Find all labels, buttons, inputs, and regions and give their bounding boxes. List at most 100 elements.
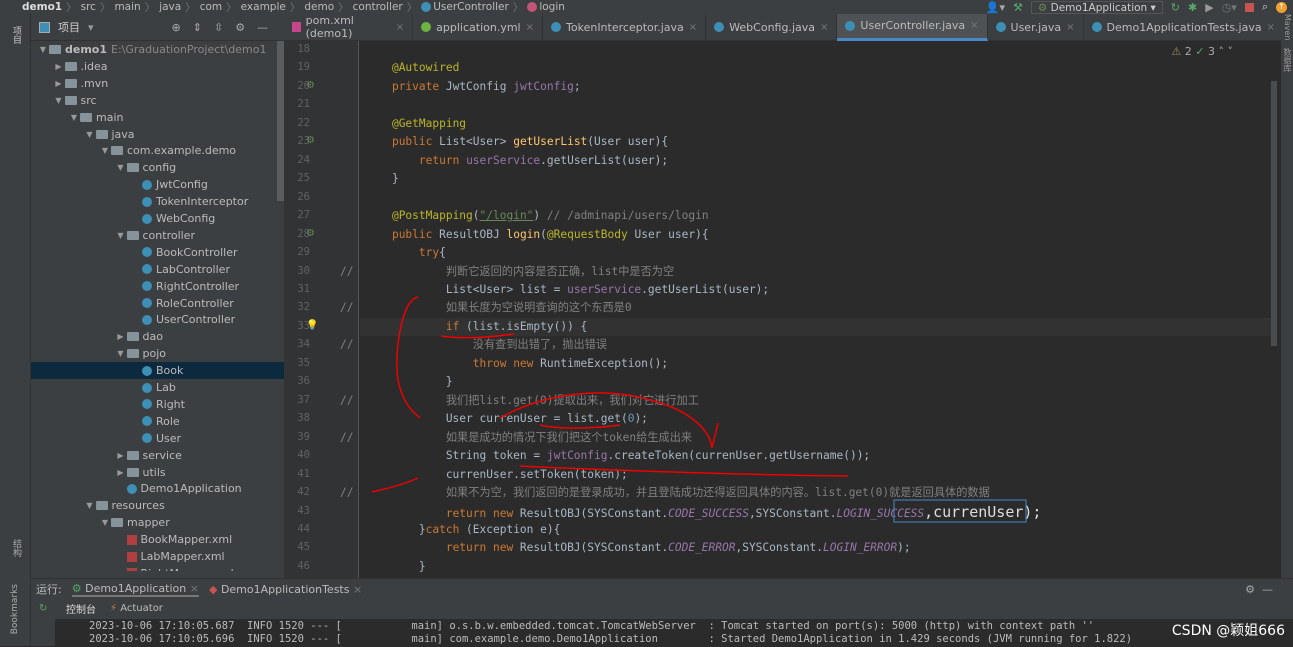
chevron-down-icon[interactable]: ▼: [115, 163, 127, 172]
tree-item[interactable]: RightController: [31, 278, 284, 295]
tree-item[interactable]: BookMapper.xml: [31, 531, 284, 548]
tree-item[interactable]: ▼ controller: [31, 227, 284, 244]
locate-icon[interactable]: ⊕: [172, 21, 181, 34]
tree-item[interactable]: ▶ utils: [31, 464, 284, 481]
run-tab-tests[interactable]: ◆ Demo1ApplicationTests ×: [209, 583, 362, 596]
spring-bean-icon[interactable]: ⚙: [306, 228, 315, 239]
debug-icon[interactable]: ✱: [1188, 1, 1197, 14]
spring-bean-icon[interactable]: ⚙: [306, 80, 315, 91]
tree-item[interactable]: ▼ pojo: [31, 345, 284, 362]
tree-item[interactable]: ▶ service: [31, 447, 284, 464]
inspection-widget[interactable]: ⚠ 2 ✓ 3 ˄ ˅: [1171, 45, 1233, 58]
tab-usercontroller-java[interactable]: UserController.java ×: [837, 13, 988, 41]
run-tab-app[interactable]: ⚙ Demo1Application ×: [71, 582, 199, 597]
tree-item[interactable]: ▶ .mvn: [31, 75, 284, 92]
close-icon[interactable]: ×: [1066, 22, 1074, 33]
tab-webconfig-java[interactable]: WebConfig.java ×: [706, 13, 838, 41]
tab-user-java[interactable]: User.java ×: [988, 13, 1084, 41]
gear-icon[interactable]: ⚙: [235, 21, 245, 34]
chevron-down-icon[interactable]: ▼: [68, 113, 80, 122]
hide-icon[interactable]: —: [257, 21, 268, 34]
structure-tool-button[interactable]: 结构: [10, 539, 23, 557]
search-icon[interactable]: ⌕: [1262, 0, 1268, 14]
actuator-tab[interactable]: ⚡ Actuator: [110, 603, 163, 614]
tree-item[interactable]: TokenInterceptor: [31, 193, 284, 210]
chevron-down-icon[interactable]: ▼: [115, 231, 127, 240]
breadcrumb-item[interactable]: controller: [353, 1, 403, 13]
lightbulb-icon[interactable]: 💡: [306, 320, 318, 331]
tab-pom-xml-demo1-[interactable]: pom.xml (demo1) ×: [284, 13, 414, 41]
spring-bean-icon[interactable]: ⚙: [306, 135, 315, 146]
close-icon[interactable]: ×: [820, 22, 828, 33]
tree-item[interactable]: Demo1Application: [31, 480, 284, 497]
chevron-down-icon[interactable]: ▼: [84, 501, 96, 510]
breadcrumb-item[interactable]: java: [159, 1, 181, 13]
stop-icon[interactable]: [1244, 2, 1254, 12]
chevron-right-icon[interactable]: ▶: [53, 79, 65, 88]
close-icon[interactable]: ×: [526, 22, 534, 33]
breadcrumb-item[interactable]: demo: [304, 1, 334, 13]
close-icon[interactable]: ×: [396, 22, 404, 33]
tab-application-yml[interactable]: application.yml ×: [413, 13, 544, 41]
update-icon[interactable]: ↑: [1276, 1, 1287, 13]
chevron-right-icon[interactable]: ▶: [53, 62, 65, 71]
tree-item[interactable]: ▼ mapper: [31, 514, 284, 531]
profile-icon[interactable]: ◷▾: [1222, 1, 1237, 14]
tab-demo1applicationtests-java[interactable]: Demo1ApplicationTests.java ×: [1084, 13, 1284, 41]
code-editor[interactable]: 18 19 20 ⚙ 21 22 23 ⚙ 24 25 26 27 28 ⚙ 29 30 31 32 33 💡 34 35…: [284, 41, 1281, 578]
chevron-down-icon[interactable]: ▼: [115, 349, 127, 358]
collapse-all-icon[interactable]: ⇳: [214, 21, 223, 34]
tree-item[interactable]: ▼ src: [31, 92, 284, 109]
chevron-right-icon[interactable]: ▶: [115, 332, 127, 341]
tree-item[interactable]: ▼ demo1 E:\GraduationProject\demo1: [31, 41, 284, 58]
project-tool-button[interactable]: 项目: [10, 26, 23, 44]
chevron-right-icon[interactable]: ▶: [115, 468, 127, 477]
tree-item[interactable]: LabMapper.xml: [31, 548, 284, 565]
chevron-down-icon[interactable]: ▼: [53, 96, 65, 105]
breadcrumb-item[interactable]: demo1: [22, 1, 62, 13]
tree-item[interactable]: ▼ config: [31, 159, 284, 176]
project-view-select[interactable]: 项目: [58, 19, 80, 35]
breadcrumb-item[interactable]: example: [241, 1, 286, 13]
tree-item[interactable]: RoleController: [31, 295, 284, 312]
breadcrumb-item[interactable]: src: [81, 1, 96, 13]
chevron-right-icon[interactable]: ▶: [115, 451, 127, 460]
breadcrumb-item[interactable]: main: [114, 1, 140, 13]
tree-item[interactable]: BookController: [31, 244, 284, 261]
tree-item[interactable]: WebConfig: [31, 210, 284, 227]
breadcrumb-item[interactable]: UserController: [421, 1, 509, 13]
build-icon[interactable]: ⚒: [1013, 1, 1023, 14]
close-icon[interactable]: ×: [689, 22, 697, 33]
tree-item[interactable]: Lab: [31, 379, 284, 396]
chevron-down-icon[interactable]: ▼: [37, 45, 49, 54]
tree-item[interactable]: ▼ resources: [31, 497, 284, 514]
user-icon[interactable]: 👤▾: [986, 1, 1005, 14]
tree-item[interactable]: LabController: [31, 261, 284, 278]
console-tab[interactable]: 控制台: [66, 601, 96, 616]
tree-item[interactable]: Right: [31, 396, 284, 413]
tree-item[interactable]: Role: [31, 413, 284, 430]
project-scrollbar[interactable]: [277, 41, 284, 201]
tree-item[interactable]: ▶ dao: [31, 328, 284, 345]
tree-item[interactable]: ▼ java: [31, 126, 284, 143]
tree-item[interactable]: RightMapper.xml: [31, 565, 284, 571]
editor-scrollbar[interactable]: [1271, 81, 1277, 346]
tree-item[interactable]: ▶ .idea: [31, 58, 284, 75]
close-icon[interactable]: ×: [970, 20, 978, 31]
bookmarks-tool-button[interactable]: Bookmarks: [10, 584, 20, 634]
tree-item[interactable]: JwtConfig: [31, 176, 284, 193]
close-icon[interactable]: ×: [1267, 22, 1275, 33]
breadcrumb-item[interactable]: login: [527, 1, 565, 13]
tab-tokeninterceptor-java[interactable]: TokenInterceptor.java ×: [543, 13, 707, 41]
tree-item[interactable]: ▼ com.example.demo: [31, 142, 284, 159]
expand-all-icon[interactable]: ⇕: [193, 21, 202, 34]
tree-item[interactable]: User: [31, 430, 284, 447]
tree-item[interactable]: Book: [31, 362, 284, 380]
breadcrumb-item[interactable]: com: [200, 1, 222, 13]
rerun-icon[interactable]: ↻: [1171, 1, 1180, 14]
gear-icon[interactable]: ⚙ —: [1245, 583, 1273, 596]
tree-item[interactable]: UserController: [31, 311, 284, 328]
run-config-select[interactable]: ⚙ Demo1Application ▾: [1030, 0, 1163, 14]
tree-item[interactable]: ▼ main: [31, 109, 284, 126]
console-output[interactable]: 2023-10-06 17:10:05.687 INFO 1520 --- [ …: [55, 619, 1293, 647]
